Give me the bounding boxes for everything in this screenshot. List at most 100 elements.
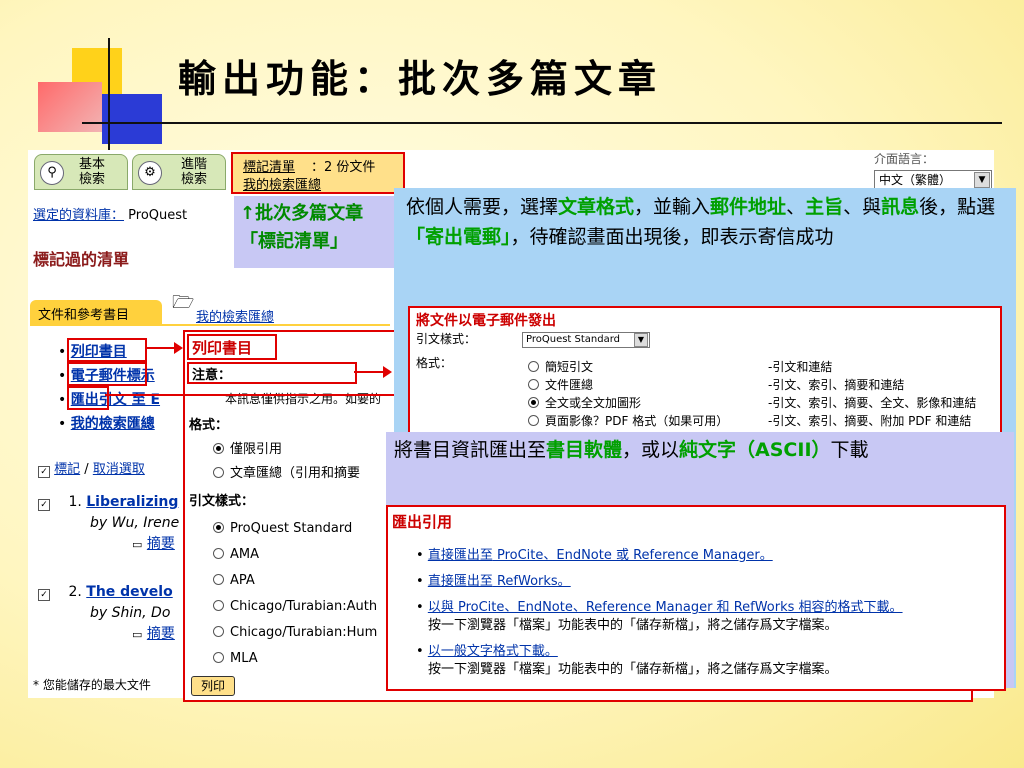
email-format-label: 格式：: [416, 356, 453, 370]
result-1-by: by Wu, Irene: [90, 515, 180, 531]
folder-icon: 🗁: [172, 292, 195, 313]
export-item-2[interactable]: • 直接匯出至 RefWorks。: [416, 573, 1000, 591]
export-item-3[interactable]: • 以與 ProCite、EndNote、Reference Manager 和…: [416, 599, 1000, 635]
radio-icon[interactable]: [213, 600, 224, 611]
email-instructions: 依個人需要，選擇文章格式，並輸入郵件地址、主旨、與訊息後，點選「寄出電郵」，待確…: [406, 196, 996, 248]
email-style-select[interactable]: ProQuest Standard ▼: [522, 332, 650, 348]
email-option-2[interactable]: 文件匯總 -引文、索引、摘要和連結: [528, 376, 998, 394]
print-title-box: 列印書目: [187, 334, 277, 360]
clear-link[interactable]: 取消選取: [93, 462, 145, 477]
export-panel-title: 匯出引用: [392, 513, 453, 531]
style-option-6[interactable]: MLA: [213, 646, 377, 672]
result-2-by: by Shin, Do: [90, 605, 171, 621]
email-panel: 將文件以電子郵件發出 引文樣式： ProQuest Standard ▼ 格式：…: [408, 306, 1002, 436]
highlight-print: [67, 338, 147, 362]
email-option-4[interactable]: 頁面影像？PDF 格式（如果可用） -引文、索引、摘要、附加 PDF 和連結: [528, 412, 998, 430]
format-options: 僅限引用 文章匯總（引用和摘要: [213, 438, 360, 486]
style-option-2[interactable]: AMA: [213, 542, 377, 568]
advanced-search-button[interactable]: ⚙ 進階 檢索: [132, 154, 226, 190]
style-label: 引文樣式：: [189, 494, 255, 509]
style-options: ProQuest Standard AMA APA Chicago/Turabi…: [213, 516, 377, 672]
export-item-1[interactable]: • 直接匯出至 ProCite、EndNote 或 Reference Mana…: [416, 547, 1000, 565]
db-label[interactable]: 選定的資料庫：: [33, 208, 124, 223]
arrow-email: [354, 366, 392, 378]
result-1-checkbox[interactable]: ✓: [38, 499, 50, 511]
dropdown-arrow-icon: ▼: [634, 333, 648, 347]
tab-docs[interactable]: 文件和參考書目: [30, 300, 162, 324]
style-option-4[interactable]: Chicago/Turabian:Auth: [213, 594, 377, 620]
radio-icon[interactable]: [213, 548, 224, 559]
decor-vline: [108, 38, 110, 150]
highlight-export: [67, 386, 109, 410]
bullet-summary[interactable]: • 我的檢索匯總: [58, 412, 160, 436]
arrow-export-line: [105, 394, 410, 396]
interface-language-label: 介面語言：: [874, 152, 935, 166]
export-item-4[interactable]: • 以一般文字格式下載。 按一下瀏覽器「檔案」功能表中的「儲存新檔」，將之儲存爲文…: [416, 643, 1000, 679]
radio-icon[interactable]: [528, 415, 539, 426]
abstract-icon: ▭: [132, 538, 143, 551]
db-line: 選定的資料庫： ProQuest: [33, 204, 187, 223]
export-instructions: 將書目資訊匯出至書目軟體，或以純文字（ASCII）下載: [394, 439, 869, 461]
radio-icon[interactable]: [528, 379, 539, 390]
db-value: ProQuest: [128, 208, 188, 223]
result-2-title[interactable]: The develo: [86, 584, 172, 600]
tab-underline: [30, 324, 390, 326]
marked-list-link[interactable]: 標記清單: [243, 156, 295, 175]
radio-icon[interactable]: [528, 397, 539, 408]
interface-language-select[interactable]: 中文（繁體） ▼: [874, 170, 992, 190]
note-text: 本訊息僅供指示之用。如要的: [225, 392, 382, 406]
export-items: • 直接匯出至 ProCite、EndNote 或 Reference Mana…: [416, 547, 1000, 679]
my-search-summary-link[interactable]: 我的檢索匯總: [243, 174, 321, 193]
mark-all-checkbox[interactable]: ✓: [38, 466, 50, 478]
style-option-5[interactable]: Chicago/Turabian:Hum: [213, 620, 377, 646]
format-label: 格式：: [189, 418, 229, 433]
radio-icon[interactable]: [213, 522, 224, 533]
tab-summary[interactable]: 🗁 我的檢索匯總: [168, 290, 308, 325]
email-options: 簡短引文 -引文和連結 文件匯總 -引文、索引、摘要和連結 全文或全文加圖形 -引文、…: [528, 358, 998, 430]
mark-link[interactable]: 標記: [54, 462, 80, 477]
decor-blue-square: [102, 94, 162, 144]
email-style-label: 引文樣式：: [416, 332, 477, 346]
basic-search-button[interactable]: ⚲ 基本 檢索: [34, 154, 128, 190]
radio-icon[interactable]: [213, 443, 224, 454]
radio-icon[interactable]: [213, 467, 224, 478]
radio-icon[interactable]: [213, 574, 224, 585]
result-2-abstract[interactable]: 摘要: [147, 626, 175, 642]
result-1-title[interactable]: Liberalizing: [86, 494, 178, 510]
advanced-search-icon: ⚙: [138, 161, 162, 185]
dropdown-arrow-icon: ▼: [974, 172, 990, 188]
export-item-4-note: 按一下瀏覽器「檔案」功能表中的「儲存新檔」，將之儲存爲文字檔案。: [428, 662, 838, 677]
export-item-3-note: 按一下瀏覽器「檔案」功能表中的「儲存新檔」，將之儲存爲文字檔案。: [428, 618, 838, 633]
batch-callout: ↑批次多篇文章 「標記清單」: [234, 196, 400, 268]
format-option-2[interactable]: 文章匯總（引用和摘要: [213, 462, 360, 486]
result-2-checkbox[interactable]: ✓: [38, 589, 50, 601]
radio-icon[interactable]: [213, 652, 224, 663]
slide-title: 輸出功能：批次多篇文章: [178, 56, 663, 101]
email-option-1[interactable]: 簡短引文 -引文和連結: [528, 358, 998, 376]
arrow-print: [145, 342, 183, 354]
email-option-3[interactable]: 全文或全文加圖形 -引文、索引、摘要、全文、影像和連結: [528, 394, 998, 412]
radio-icon[interactable]: [528, 361, 539, 372]
marked-list-tab[interactable]: 標記清單 ：2 份文件 我的檢索匯總: [231, 152, 405, 194]
footer-note: * 您能儲存的最大文件: [33, 678, 151, 692]
toolbar: ⚲ 基本 檢索 ⚙ 進階 檢索 標記清單 ：2 份文件 我的檢索匯總 介面語言：…: [28, 150, 994, 194]
page-heading: 標記過的清單: [33, 250, 130, 269]
advanced-search-label: 進階 檢索: [181, 157, 208, 187]
radio-icon[interactable]: [213, 626, 224, 637]
print-button[interactable]: 列印: [191, 676, 235, 696]
highlight-email: [67, 362, 147, 386]
decor-hline: [82, 122, 1002, 124]
marked-count: ：2 份文件: [311, 160, 376, 175]
format-option-1[interactable]: 僅限引用: [213, 438, 360, 462]
result-2: ✓ 2. The develo by Shin, Do ▭ 摘要: [38, 582, 175, 645]
mark-line: ✓ 標記 / 取消選取: [38, 458, 145, 478]
export-panel: 匯出引用 • 直接匯出至 ProCite、EndNote 或 Reference…: [386, 505, 1006, 691]
style-option-1[interactable]: ProQuest Standard: [213, 516, 377, 542]
email-panel-title: 將文件以電子郵件發出: [416, 313, 556, 329]
result-1-abstract[interactable]: 摘要: [147, 536, 175, 552]
result-1: ✓ 1. Liberalizing by Wu, Irene ▭ 摘要: [38, 492, 179, 555]
style-option-3[interactable]: APA: [213, 568, 377, 594]
basic-search-label: 基本 檢索: [79, 157, 106, 187]
abstract-icon: ▭: [132, 628, 143, 641]
note-box: 注意：: [187, 362, 357, 384]
